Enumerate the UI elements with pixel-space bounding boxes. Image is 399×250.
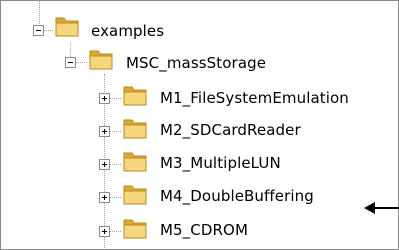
tree-node-label: M2_SDCardReader: [160, 121, 301, 139]
expand-toggle[interactable]: [99, 93, 110, 104]
arrow-left-icon: [364, 202, 399, 214]
collapse-toggle[interactable]: [33, 25, 44, 36]
tree-node-label: M5_CDROM: [160, 221, 248, 239]
tree-guide-h: [109, 164, 121, 165]
folder-icon: [123, 185, 147, 205]
tree-guide-h: [109, 197, 121, 198]
collapse-toggle[interactable]: [65, 57, 76, 68]
folder-icon: [89, 50, 113, 70]
tree-guide-h: [109, 231, 121, 232]
tree-guide-h: [75, 62, 87, 63]
tree-node-label: M4_DoubleBuffering: [160, 187, 314, 205]
folder-icon: [123, 86, 147, 106]
tree-node-label: examples: [91, 22, 165, 40]
folder-icon: [123, 119, 147, 139]
folder-icon: [55, 17, 79, 37]
expand-toggle[interactable]: [99, 192, 110, 203]
tree-guide-h: [109, 98, 121, 99]
expand-toggle[interactable]: [99, 126, 110, 137]
tree-guide-root: [39, 0, 40, 26]
tree-guide-h: [43, 30, 53, 31]
tree-node-label: M1_FileSystemEmulation: [160, 89, 349, 107]
tree-node-label: MSC_massStorage: [126, 54, 267, 72]
tree-node-label: M3_MultipleLUN: [160, 154, 281, 172]
folder-icon: [123, 152, 147, 172]
expand-toggle[interactable]: [99, 159, 110, 170]
tree-guide-h: [109, 131, 121, 132]
folder-icon: [123, 219, 147, 239]
expand-toggle[interactable]: [99, 226, 110, 237]
